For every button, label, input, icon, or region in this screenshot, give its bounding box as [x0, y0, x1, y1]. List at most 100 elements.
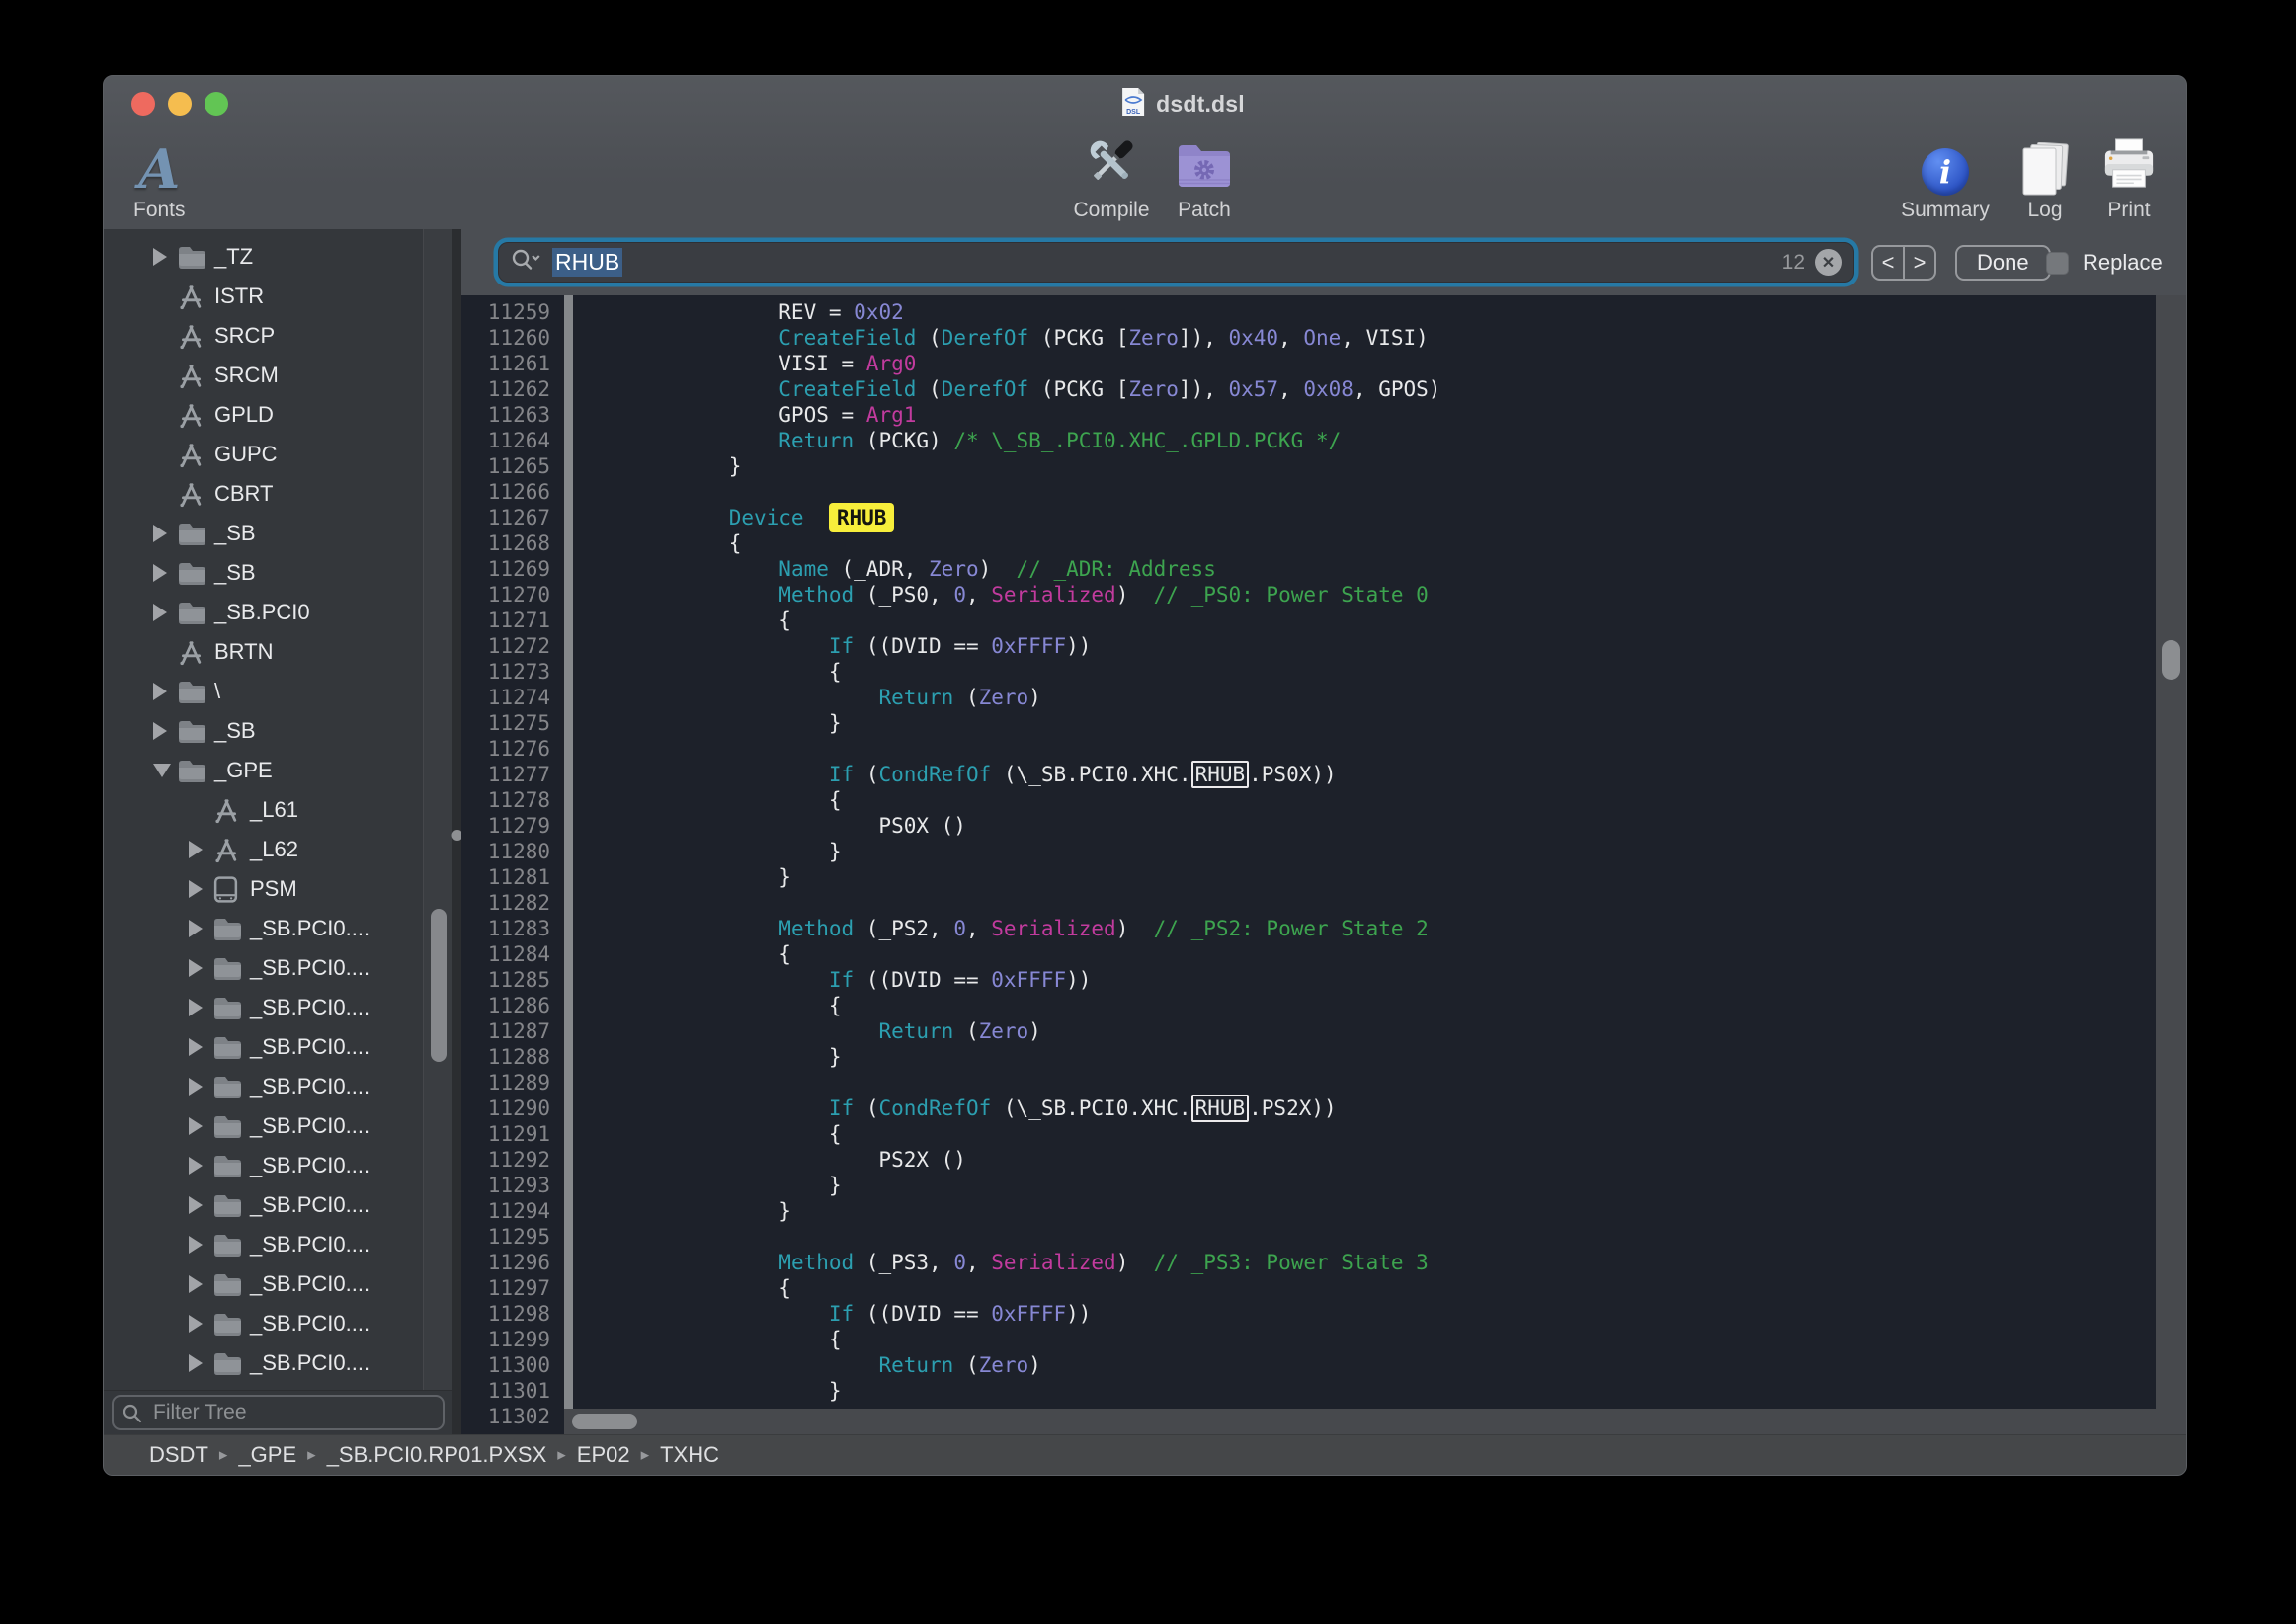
chevron-right-icon[interactable] — [153, 525, 167, 542]
sidebar-item--sb-pci0[interactable]: _SB.PCI0 — [104, 1383, 423, 1390]
chevron-right-icon[interactable] — [189, 1315, 203, 1333]
code-text[interactable]: REV = 0x02 CreateField (DerefOf (PCKG [Z… — [579, 299, 2156, 1429]
chevron-right-icon[interactable] — [189, 1236, 203, 1254]
sidebar-item--sb-pci0-[interactable]: _SB.PCI0.... — [104, 909, 423, 948]
sidebar-item-cbrt[interactable]: CBRT — [104, 474, 423, 514]
sidebar-item--l62[interactable]: _L62 — [104, 830, 423, 869]
replace-checkbox[interactable] — [2046, 252, 2069, 275]
disclosure-triangle[interactable] — [189, 920, 212, 937]
sidebar-item--sb[interactable]: _SB — [104, 711, 423, 751]
sidebar-item--sb-pci0-[interactable]: _SB.PCI0.... — [104, 988, 423, 1027]
breadcrumb-item[interactable]: DSDT — [149, 1442, 208, 1468]
chevron-right-icon[interactable] — [189, 1038, 203, 1056]
chevron-right-icon[interactable] — [189, 1157, 203, 1175]
search-field[interactable]: RHUB 12 ✕ — [498, 242, 1854, 283]
filter-tree-input[interactable] — [112, 1395, 445, 1430]
sidebar-item--sb-pci0-[interactable]: _SB.PCI0.... — [104, 1027, 423, 1067]
chevron-right-icon[interactable] — [153, 604, 167, 621]
disclosure-triangle[interactable] — [153, 248, 177, 266]
chevron-right-icon[interactable] — [153, 722, 167, 740]
disclosure-triangle[interactable] — [189, 1157, 212, 1175]
disclosure-triangle[interactable] — [189, 880, 212, 898]
disclosure-triangle[interactable] — [189, 999, 212, 1016]
find-previous-button[interactable]: < — [1873, 247, 1905, 279]
breadcrumb-item[interactable]: EP02 — [577, 1442, 630, 1468]
disclosure-triangle[interactable] — [189, 1354, 212, 1372]
sidebar-item--sb[interactable]: _SB — [104, 553, 423, 593]
code-horizontal-scrollbar[interactable] — [564, 1409, 2156, 1434]
chevron-down-icon[interactable] — [153, 764, 171, 777]
sidebar-item--sb-pci0-[interactable]: _SB.PCI0.... — [104, 1146, 423, 1185]
patch-button[interactable]: Patch — [1163, 131, 1246, 222]
disclosure-triangle[interactable] — [189, 1078, 212, 1096]
sidebar-item--sb-pci0-[interactable]: _SB.PCI0.... — [104, 1225, 423, 1264]
sidebar-item--sb-pci0-[interactable]: _SB.PCI0.... — [104, 1067, 423, 1106]
summary-button[interactable]: i Summary — [1894, 131, 1997, 222]
chevron-right-icon[interactable] — [189, 1275, 203, 1293]
chevron-right-icon[interactable] — [189, 1354, 203, 1372]
chevron-right-icon[interactable] — [153, 564, 167, 582]
sidebar-scrollbar-thumb[interactable] — [431, 909, 447, 1062]
sidebar-item-psm[interactable]: PSM — [104, 869, 423, 909]
print-button[interactable]: Print — [2093, 131, 2165, 222]
sidebar-item--sb[interactable]: _SB — [104, 514, 423, 553]
chevron-right-icon[interactable] — [189, 1117, 203, 1135]
disclosure-triangle[interactable] — [189, 841, 212, 858]
clear-search-button[interactable]: ✕ — [1815, 249, 1842, 276]
minimize-window-button[interactable] — [168, 92, 192, 116]
breadcrumb-item[interactable]: TXHC — [660, 1442, 719, 1468]
chevron-right-icon[interactable] — [189, 880, 203, 898]
sidebar-item--sb-pci0-[interactable]: _SB.PCI0.... — [104, 948, 423, 988]
split-divider[interactable] — [452, 229, 461, 1434]
sidebar-item--sb-pci0-[interactable]: _SB.PCI0.... — [104, 1185, 423, 1225]
code-horizontal-scrollbar-thumb[interactable] — [572, 1414, 637, 1429]
disclosure-triangle[interactable] — [189, 1117, 212, 1135]
code-vertical-scrollbar[interactable] — [2156, 295, 2186, 1434]
code-vertical-scrollbar-thumb[interactable] — [2162, 640, 2180, 680]
chevron-right-icon[interactable] — [153, 683, 167, 700]
sidebar-item--tz[interactable]: _TZ — [104, 237, 423, 277]
disclosure-triangle[interactable] — [153, 683, 177, 700]
sidebar-scrollbar[interactable] — [423, 229, 452, 1390]
chevron-right-icon[interactable] — [189, 1196, 203, 1214]
disclosure-triangle[interactable] — [153, 564, 177, 582]
log-button[interactable]: Log — [2012, 131, 2078, 222]
disclosure-triangle[interactable] — [189, 1315, 212, 1333]
sidebar-item-srcp[interactable]: SRCP — [104, 316, 423, 356]
compile-button[interactable]: Compile — [1060, 131, 1163, 222]
zoom-window-button[interactable] — [205, 92, 228, 116]
sidebar-item--l61[interactable]: _L61 — [104, 790, 423, 830]
chevron-right-icon[interactable] — [189, 920, 203, 937]
disclosure-triangle[interactable] — [153, 722, 177, 740]
code-editor[interactable]: 1125911260112611126211263112641126511266… — [461, 295, 2186, 1434]
disclosure-triangle[interactable] — [153, 604, 177, 621]
chevron-right-icon[interactable] — [189, 841, 203, 858]
sidebar-item--gpe[interactable]: _GPE — [104, 751, 423, 790]
sidebar-item-srcm[interactable]: SRCM — [104, 356, 423, 395]
done-button[interactable]: Done — [1955, 245, 2051, 281]
sidebar-item-istr[interactable]: ISTR — [104, 277, 423, 316]
disclosure-triangle[interactable] — [189, 1196, 212, 1214]
disclosure-triangle[interactable] — [189, 1038, 212, 1056]
disclosure-triangle[interactable] — [189, 1275, 212, 1293]
close-window-button[interactable] — [131, 92, 155, 116]
sidebar-item--sb-pci0[interactable]: _SB.PCI0 — [104, 593, 423, 632]
breadcrumb-item[interactable]: _SB.PCI0.RP01.PXSX — [327, 1442, 547, 1468]
chevron-right-icon[interactable] — [189, 1078, 203, 1096]
chevron-right-icon[interactable] — [153, 248, 167, 266]
fonts-button[interactable]: A Fonts — [133, 131, 186, 222]
breadcrumb-item[interactable]: _GPE — [238, 1442, 296, 1468]
sidebar-item--sb-pci0-[interactable]: _SB.PCI0.... — [104, 1106, 423, 1146]
disclosure-triangle[interactable] — [189, 1236, 212, 1254]
chevron-right-icon[interactable] — [189, 999, 203, 1016]
sidebar-item--[interactable]: \ — [104, 672, 423, 711]
find-next-button[interactable]: > — [1905, 247, 1934, 279]
sidebar-item--sb-pci0-[interactable]: _SB.PCI0.... — [104, 1343, 423, 1383]
disclosure-triangle[interactable] — [153, 525, 177, 542]
disclosure-triangle[interactable] — [189, 959, 212, 977]
sidebar-item--sb-pci0-[interactable]: _SB.PCI0.... — [104, 1304, 423, 1343]
sidebar-item-gupc[interactable]: GUPC — [104, 435, 423, 474]
sidebar-item--sb-pci0-[interactable]: _SB.PCI0.... — [104, 1264, 423, 1304]
disclosure-triangle[interactable] — [153, 764, 177, 777]
sidebar-item-brtn[interactable]: BRTN — [104, 632, 423, 672]
